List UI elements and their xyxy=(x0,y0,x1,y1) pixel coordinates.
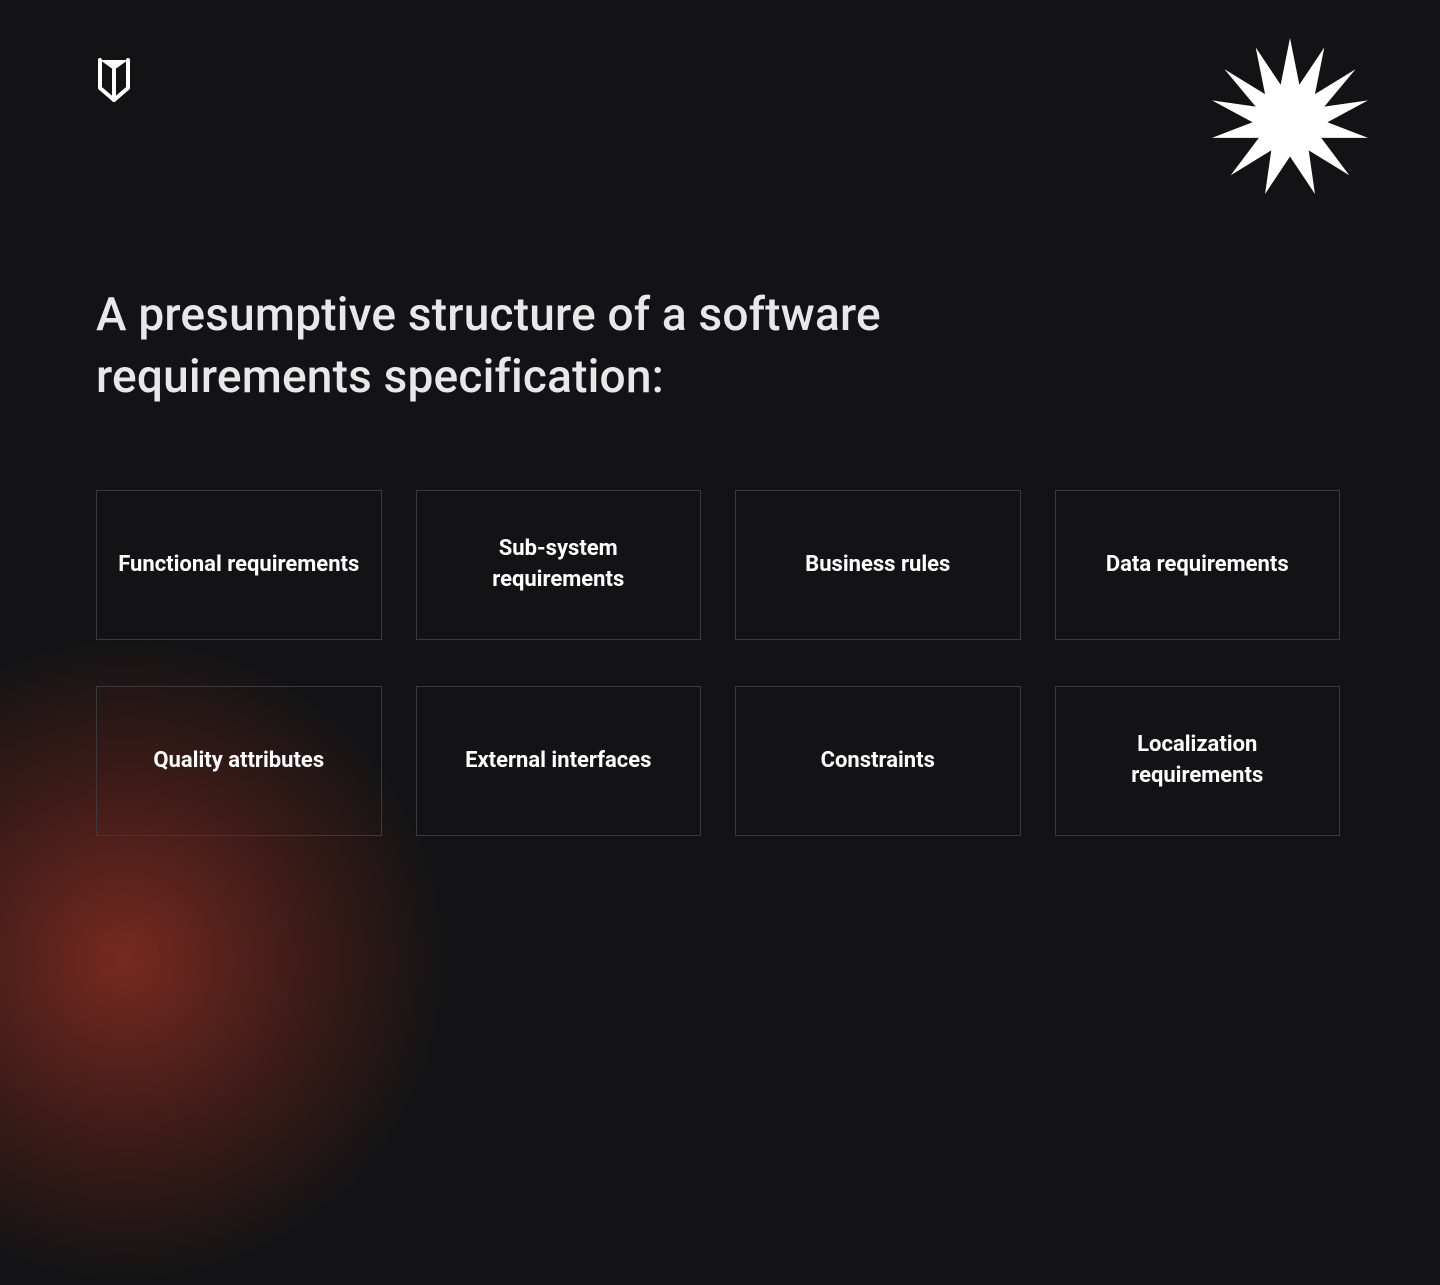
card-localization-requirements: Localization requirements xyxy=(1055,686,1341,836)
brand-logo-icon xyxy=(96,58,132,102)
card-data-requirements: Data requirements xyxy=(1055,490,1341,640)
card-functional-requirements: Functional requirements xyxy=(96,490,382,640)
card-external-interfaces: External interfaces xyxy=(416,686,702,836)
card-label: Functional requirements xyxy=(118,550,359,581)
card-label: Quality attributes xyxy=(153,746,324,777)
card-quality-attributes: Quality attributes xyxy=(96,686,382,836)
card-label: Sub-system requirements xyxy=(437,534,681,596)
card-label: Data requirements xyxy=(1106,550,1289,581)
card-label: External interfaces xyxy=(465,746,651,777)
page-title: A presumptive structure of a software re… xyxy=(96,284,996,408)
card-sub-system-requirements: Sub-system requirements xyxy=(416,490,702,640)
card-label: Localization requirements xyxy=(1076,730,1320,792)
main-content: A presumptive structure of a software re… xyxy=(96,284,1340,836)
cards-grid: Functional requirements Sub-system requi… xyxy=(96,490,1340,836)
card-label: Business rules xyxy=(805,550,950,581)
starburst-icon xyxy=(1212,38,1368,194)
card-business-rules: Business rules xyxy=(735,490,1021,640)
card-constraints: Constraints xyxy=(735,686,1021,836)
card-label: Constraints xyxy=(821,746,935,777)
